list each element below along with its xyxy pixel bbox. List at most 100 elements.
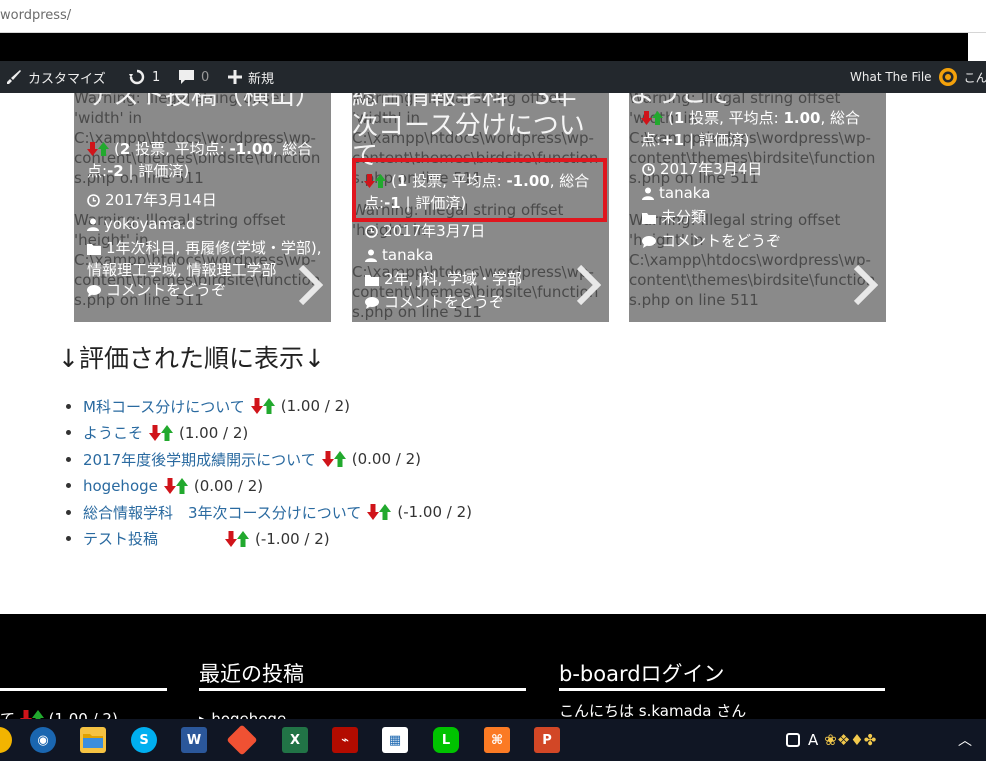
vote-down-icon[interactable] (321, 451, 334, 468)
comments-link[interactable]: 0 (178, 61, 209, 93)
vote-up-icon[interactable] (379, 504, 392, 521)
ranking-post-link[interactable]: ようこそ (83, 422, 143, 443)
file-explorer-icon[interactable] (80, 727, 106, 753)
list-item: M科コース分けについて (1.00 / 2) (66, 393, 472, 420)
post-categories[interactable]: 2年, J科, 学域・学部 (365, 269, 522, 291)
tray-overflow-icon[interactable]: ︿ (958, 719, 972, 761)
vote-up-icon[interactable] (333, 451, 346, 468)
widget-divider (199, 688, 526, 691)
vote-arrows[interactable] (163, 477, 188, 494)
chevron-right-icon[interactable] (575, 264, 602, 309)
vote-up-icon[interactable] (31, 710, 44, 719)
chevron-right-icon[interactable] (297, 264, 324, 309)
post-author[interactable]: tanaka (642, 183, 710, 205)
vote-down-icon[interactable] (87, 141, 98, 161)
powerpoint-icon[interactable]: P (534, 727, 560, 753)
login-greeting: こんにちは s.kamada さん (559, 702, 747, 719)
vote-up-icon[interactable] (237, 530, 249, 547)
ranking-score: (-1.00 / 2) (397, 503, 473, 522)
account-greeting-partial: こん (963, 70, 986, 85)
post-categories[interactable]: 未分類 (642, 207, 706, 229)
user-icon (642, 185, 654, 205)
list-item: hogehoge (0.00 / 2) (66, 473, 472, 500)
vote-up-icon[interactable] (175, 477, 188, 494)
comment-icon (642, 233, 656, 253)
folder-icon (365, 271, 379, 291)
excel-icon[interactable]: X (282, 727, 308, 753)
skype-icon[interactable]: S (131, 727, 157, 753)
git-icon[interactable] (226, 724, 258, 756)
ranking-list: M科コース分けについて (1.00 / 2) ようこそ (1.00 / 2) 2… (66, 393, 472, 552)
vote-down-icon[interactable] (225, 530, 237, 547)
vote-arrows[interactable] (321, 451, 346, 468)
post-card-3[interactable]: Warning: Illegal string offset 'width' i… (629, 93, 886, 322)
customize-link[interactable]: カスタマイズ (6, 61, 106, 93)
post-categories[interactable]: 1年次科目, 再履修(学域・学部), 情報理工学域, 情報理工学部 (87, 238, 323, 280)
ranking-post-link[interactable]: hogehoge (83, 477, 158, 495)
vote-down-icon[interactable] (641, 110, 652, 130)
updates-link[interactable]: 1 (128, 61, 160, 93)
vote-up-icon[interactable] (262, 398, 275, 415)
warning-line: content\themes\birdsite\function (629, 271, 876, 289)
vote-up-icon[interactable] (98, 141, 109, 161)
new-content-link[interactable]: 新規 (228, 61, 274, 93)
app-window-icon[interactable]: ▦ (382, 727, 408, 753)
what-the-file-icon (938, 68, 957, 86)
vote-down-icon[interactable] (367, 504, 380, 521)
refresh-icon (129, 69, 145, 85)
vote-arrows[interactable] (149, 424, 174, 441)
ime-mode-indicator[interactable]: A (808, 731, 818, 749)
what-the-file-link[interactable]: What The File こん (850, 61, 986, 93)
acrobat-icon[interactable]: ⌁ (332, 727, 358, 753)
rating-summary: (1 投票, 平均点: 1.00, 総合点:+1 | 評価済) (641, 108, 881, 150)
vote-up-icon[interactable] (161, 424, 174, 441)
post-author[interactable]: yokoyama.d (87, 214, 196, 236)
xampp-icon[interactable]: ⌘ (484, 727, 510, 753)
comment-text: コメントをどうぞ (106, 281, 227, 299)
ranking-post-link[interactable]: 総合情報学科 3年次コース分けについて (83, 502, 361, 523)
categories-text: 1年次科目, 再履修(学域・学部), 情報理工学域, 情報理工学部 (87, 239, 322, 279)
warning-line: C:\xampp\htdocs\wordpress\wp- (629, 251, 871, 269)
vote-down-icon[interactable] (19, 710, 32, 719)
list-item: ようこそ (1.00 / 2) (66, 420, 472, 447)
network-globe-icon[interactable]: ◉ (30, 727, 56, 753)
ranking-score: (0.00 / 2) (193, 476, 264, 495)
post-title[interactable]: テスト投稿（横山） (87, 93, 325, 111)
ime-pad-icon[interactable] (786, 733, 800, 747)
post-author[interactable]: tanaka (365, 245, 433, 267)
chrome-icon[interactable] (0, 727, 12, 753)
author-name: tanaka (659, 184, 711, 202)
categories-text: 未分類 (661, 208, 707, 226)
ranking-post-link[interactable]: 2017年度後学期成績開示について (83, 449, 316, 470)
recent-post-link[interactable]: hogehoge (211, 710, 286, 719)
recent-post-item[interactable]: ▸ hogehoge (199, 710, 286, 719)
footer-widgets: て (1.00 / 2) 最近の投稿 ▸ hogehoge b-boardログイ… (0, 614, 986, 719)
browser-url-bar[interactable]: wordpress/ (0, 0, 986, 33)
ranking-post-link[interactable]: M科コース分けについて (83, 396, 245, 417)
vote-arrows[interactable] (250, 398, 275, 415)
plus-icon (228, 70, 242, 84)
word-icon[interactable]: W (181, 727, 207, 753)
ime-toolbar-icons[interactable]: ❀❖♦✤ (824, 731, 876, 749)
os-taskbar: ◉ S W X ⌁ ▦ L ⌘ P A ❀❖♦✤ ︿ (0, 719, 986, 761)
vote-down-icon[interactable] (149, 424, 162, 441)
post-comment-link[interactable]: コメントをどうぞ (365, 292, 504, 314)
url-text[interactable]: wordpress/ (0, 8, 71, 23)
footer-ranking-link[interactable]: て (0, 710, 15, 719)
vote-arrows[interactable] (367, 504, 392, 521)
ranking-post-link[interactable]: テスト投稿 (83, 528, 219, 549)
post-comment-link[interactable]: コメントをどうぞ (642, 231, 781, 253)
vote-arrows[interactable] (225, 530, 249, 547)
vote-up-icon[interactable] (652, 110, 663, 130)
chevron-right-icon[interactable] (852, 264, 879, 309)
vote-down-icon[interactable] (250, 398, 263, 415)
vote-down-icon[interactable] (163, 477, 176, 494)
footer-ranking-score: (1.00 / 2) (48, 710, 118, 719)
ranking-score: (1.00 / 2) (179, 423, 249, 442)
post-comment-link[interactable]: コメントをどうぞ (87, 280, 226, 302)
highlight-box (352, 158, 607, 222)
bullet (66, 483, 71, 489)
post-title[interactable]: ようこそ (629, 93, 879, 109)
post-card-1[interactable]: Warning: Illegal string offset 'width' i… (74, 93, 331, 322)
line-app-icon[interactable]: L (433, 727, 459, 753)
